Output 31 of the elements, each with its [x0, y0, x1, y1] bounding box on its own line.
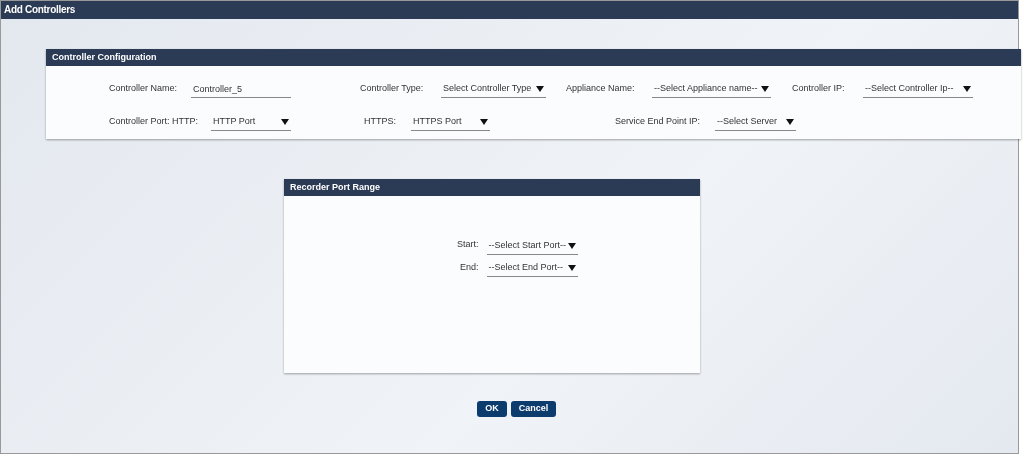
dropdown[interactable]: HTTPS Port	[411, 116, 490, 131]
dropdown-arrow-icon	[480, 119, 488, 125]
dropdown[interactable]: --Select Server	[715, 116, 796, 131]
text-field[interactable]: Controller_5	[191, 83, 291, 98]
cancel-button[interactable]: Cancel	[511, 401, 556, 417]
dropdown[interactable]: --Select End Port--	[486, 262, 578, 277]
dropdown-arrow-icon	[567, 242, 576, 249]
field-label: End:	[459, 260, 480, 274]
panel-header: Recorder Port Range	[284, 179, 700, 196]
dropdown-arrow-icon	[761, 86, 769, 92]
field-label: Controller Name:	[109, 81, 179, 95]
field-label: HTTPS:	[364, 114, 397, 128]
dropdown-arrow-icon	[963, 86, 971, 92]
panel-header: Controller Configuration	[46, 49, 1021, 66]
field-label: Controller IP:	[792, 81, 846, 95]
field-label: Appliance Name:	[566, 81, 636, 95]
dropdown-arrow-icon	[567, 265, 576, 271]
field-label: Start:	[456, 238, 480, 251]
ok-button[interactable]: OK	[477, 401, 507, 417]
dropdown[interactable]: HTTP Port	[211, 116, 291, 131]
dropdown-arrow-icon	[281, 119, 289, 125]
dropdown-arrow-icon	[536, 86, 544, 92]
field-label: Service End Point IP:	[615, 114, 702, 128]
field-label: Controller Port: HTTP:	[109, 114, 200, 128]
dropdown-arrow-icon	[786, 119, 794, 125]
window-title: Add Controllers	[1, 1, 1018, 19]
dropdown[interactable]: Select Controller Type	[441, 83, 546, 98]
field-label: Controller Type:	[360, 81, 425, 95]
dropdown[interactable]: --Select Start Port--	[486, 239, 578, 255]
dropdown[interactable]: --Select Controller Ip--	[863, 83, 973, 98]
dropdown[interactable]: --Select Appliance name--	[652, 83, 771, 98]
